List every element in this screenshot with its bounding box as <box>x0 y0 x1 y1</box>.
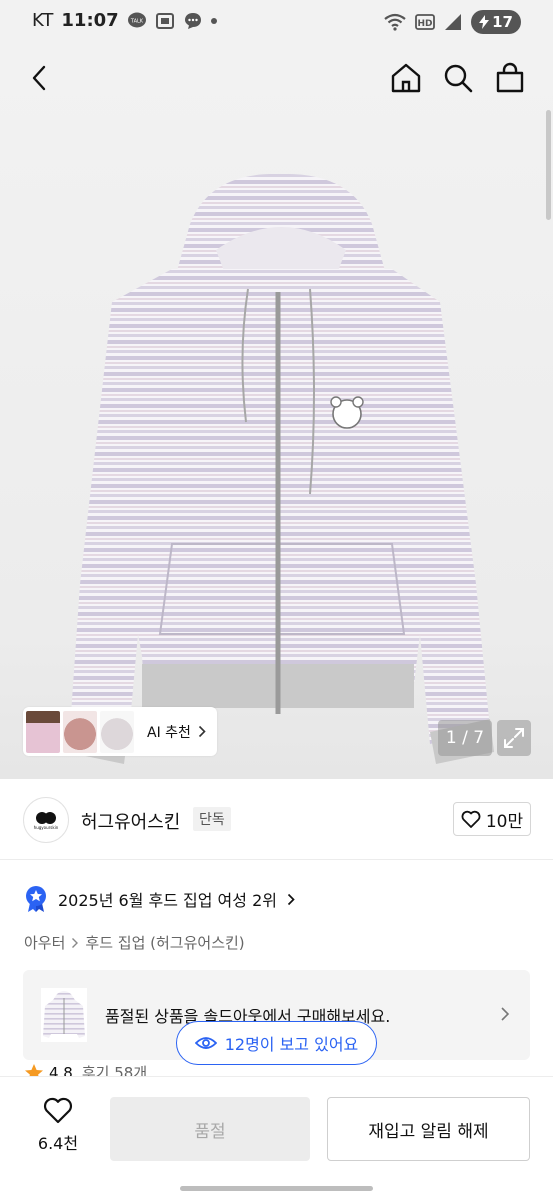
wishlist-button[interactable]: 6.4천 <box>22 1097 94 1161</box>
status-left: KT 11:07 TALK <box>32 10 217 31</box>
status-bar: KT 11:07 TALK HD 17 <box>0 0 553 44</box>
brand-logo-mark <box>36 811 56 824</box>
viewers-text: 12명이 보고 있어요 <box>224 1035 359 1054</box>
bottom-action-bar: 6.4천 품절 재입고 알림 해제 <box>0 1076 553 1200</box>
status-right: HD 17 <box>383 10 521 34</box>
ranking-text: 2025년 6월 후드 집업 여성 2위 <box>58 891 277 910</box>
screenshot-icon <box>155 12 174 29</box>
breadcrumb: 아우터 후드 집업 (허그유어스킨) <box>24 932 245 953</box>
brand-row: hugyourskin 허그유어스킨 단독 10만 <box>23 797 531 845</box>
svg-text:HD: HD <box>418 19 433 29</box>
cart-button[interactable] <box>488 56 532 100</box>
recommend-thumb-2[interactable] <box>63 710 97 753</box>
home-icon <box>391 63 421 93</box>
expand-icon <box>504 728 524 748</box>
ranking-link[interactable]: 2025년 6월 후드 집업 여성 2위 <box>24 884 295 914</box>
hd-call-icon: HD <box>415 14 436 30</box>
product-image <box>66 173 494 764</box>
breadcrumb-parent[interactable]: 아우터 <box>24 932 65 953</box>
divider <box>0 859 553 860</box>
restock-alert-button[interactable]: 재입고 알림 해제 <box>327 1097 530 1161</box>
home-button[interactable] <box>384 56 428 100</box>
ranking-medal-icon <box>26 886 46 912</box>
wishlist-count: 6.4천 <box>37 1134 79 1153</box>
home-indicator[interactable] <box>180 1186 373 1191</box>
chevron-right-icon <box>501 1007 510 1021</box>
kakaotalk-icon: TALK <box>127 12 146 27</box>
brand-logo-text: hugyourskin <box>33 824 59 830</box>
chevron-right-icon <box>198 725 206 738</box>
breadcrumb-child[interactable]: 후드 집업 (허그유어스킨) <box>85 932 244 953</box>
ai-recommend-link[interactable]: AI 추천 <box>147 722 206 742</box>
viewers-pill: 12명이 보고 있어요 <box>176 1021 377 1065</box>
expand-image-button[interactable] <box>497 720 531 756</box>
product-image-carousel[interactable]: AI 추천 1 / 7 <box>0 44 553 779</box>
heart-icon <box>43 1097 73 1124</box>
search-icon <box>444 64 473 93</box>
soldout-button: 품절 <box>110 1097 310 1161</box>
exclusive-badge: 단독 <box>193 807 231 831</box>
more-notifications-dot <box>210 17 217 24</box>
ai-recommend-strip[interactable]: AI 추천 <box>23 707 217 756</box>
brand-like-button[interactable]: 10만 <box>453 802 531 836</box>
search-button[interactable] <box>436 56 480 100</box>
ai-recommend-label: AI 추천 <box>147 724 191 741</box>
message-icon <box>184 12 201 29</box>
battery-indicator: 17 <box>471 10 521 34</box>
back-button[interactable] <box>18 56 62 100</box>
brand-like-count: 10만 <box>485 811 524 832</box>
chevron-right-icon <box>287 893 295 905</box>
carrier-label: KT <box>32 10 54 31</box>
wifi-icon <box>384 13 406 31</box>
chevron-right-icon <box>72 937 79 948</box>
chevron-left-icon <box>32 65 46 91</box>
image-counter: 1 / 7 <box>438 720 492 756</box>
recommend-thumb-1[interactable] <box>26 710 60 753</box>
soldout-product-image <box>43 991 85 1038</box>
eye-icon <box>194 1037 217 1049</box>
clock: 11:07 <box>61 10 119 31</box>
brand-logo[interactable]: hugyourskin <box>23 797 69 843</box>
charging-bolt-icon <box>479 15 490 29</box>
svg-text:TALK: TALK <box>130 18 144 24</box>
battery-level: 17 <box>492 13 513 31</box>
shopping-bag-icon <box>496 62 524 93</box>
heart-icon <box>461 810 481 828</box>
brand-name[interactable]: 허그유어스킨 <box>81 808 180 834</box>
soldout-product-thumb <box>41 988 87 1042</box>
signal-icon <box>445 14 462 30</box>
recommend-thumb-3[interactable] <box>100 710 134 753</box>
